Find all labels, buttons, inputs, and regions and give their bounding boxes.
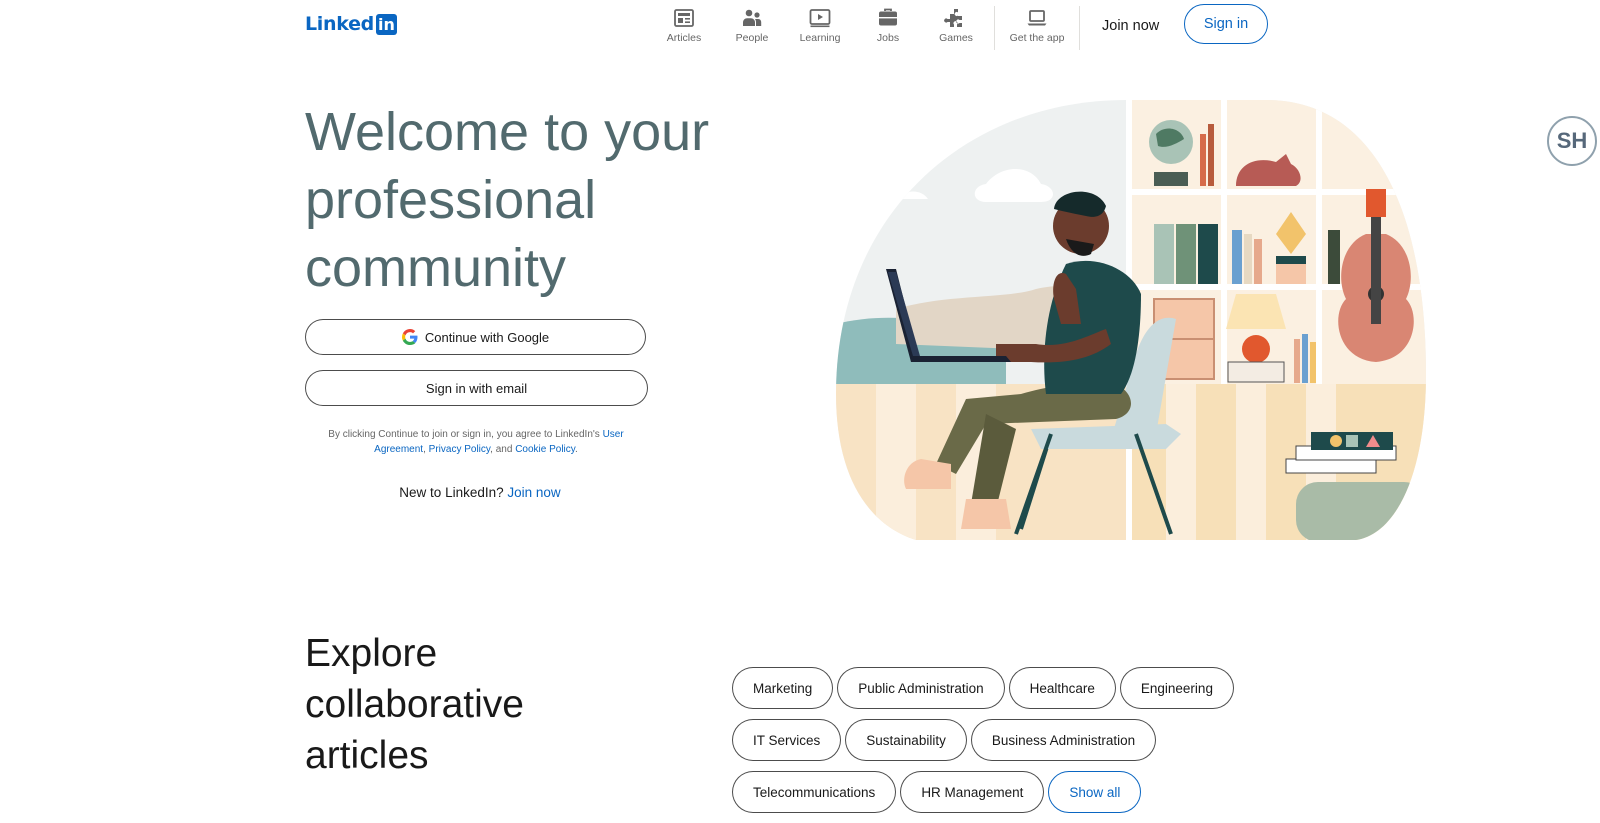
join-now-button[interactable]: Join now <box>1096 16 1165 36</box>
nav-jobs[interactable]: Jobs <box>854 6 922 44</box>
top-nav: Articles People Learning Jobs Games Get … <box>650 6 1084 50</box>
topic-pill-sustainability[interactable]: Sustainability <box>845 719 967 761</box>
topic-pill-business-administration[interactable]: Business Administration <box>970 719 1157 761</box>
legal-prefix: By clicking Continue to join or sign in,… <box>328 429 603 440</box>
continue-with-google-button[interactable]: Continue with Google <box>305 319 646 355</box>
pill-row: Marketing Public Administration Healthca… <box>732 667 1272 709</box>
nav-articles-label: Articles <box>666 32 702 44</box>
jobs-icon <box>879 8 897 26</box>
logo-text: Linked <box>305 13 374 35</box>
legal-sep2: , and <box>490 444 516 455</box>
logo-in-box: in <box>375 13 397 35</box>
nav-people-label: People <box>735 32 769 44</box>
nav-jobs-label: Jobs <box>876 32 900 44</box>
people-icon <box>743 9 762 26</box>
join-now-link[interactable]: Join now <box>507 485 560 500</box>
topic-pill-marketing[interactable]: Marketing <box>732 667 834 709</box>
linkedin-logo[interactable]: Linked in <box>305 13 397 35</box>
show-all-button[interactable]: Show all <box>1048 771 1142 813</box>
articles-icon <box>674 9 694 27</box>
hero-illustration <box>836 100 1426 540</box>
explore-title: Explore collaborative articles <box>305 632 524 777</box>
laptop-icon <box>1027 10 1047 26</box>
nav-articles[interactable]: Articles <box>650 6 718 44</box>
topic-pill-engineering[interactable]: Engineering <box>1119 667 1234 709</box>
nav-games[interactable]: Games <box>922 6 990 44</box>
topic-pills: Marketing Public Administration Healthca… <box>732 667 1272 823</box>
learning-icon <box>809 9 831 28</box>
new-to-linkedin-text: New to LinkedIn? <box>399 485 504 500</box>
nav-learning-label: Learning <box>799 32 841 44</box>
nav-get-the-app-label: Get the app <box>1009 32 1065 44</box>
nav-get-the-app[interactable]: Get the app <box>999 6 1075 44</box>
nav-divider <box>1079 6 1080 50</box>
legal-notice: By clicking Continue to join or sign in,… <box>318 427 634 457</box>
nav-divider <box>994 6 995 50</box>
privacy-policy-link[interactable]: Privacy Policy <box>429 444 491 455</box>
topic-pill-telecommunications[interactable]: Telecommunications <box>732 771 897 813</box>
cookie-policy-link[interactable]: Cookie Policy <box>515 444 575 455</box>
nav-learning[interactable]: Learning <box>786 6 854 44</box>
nav-games-label: Games <box>939 32 973 44</box>
new-to-linkedin: New to LinkedIn? Join now <box>305 485 655 500</box>
legal-suffix: . <box>575 444 578 455</box>
pill-row: Telecommunications HR Management Show al… <box>732 771 1272 813</box>
topic-pill-hr-management[interactable]: HR Management <box>900 771 1045 813</box>
pill-row: IT Services Sustainability Business Admi… <box>732 719 1272 761</box>
topic-pill-public-administration[interactable]: Public Administration <box>837 667 1005 709</box>
google-icon <box>401 329 418 345</box>
topic-pill-it-services[interactable]: IT Services <box>732 719 842 761</box>
nav-people[interactable]: People <box>718 6 786 44</box>
continue-with-google-label: Continue with Google <box>424 329 550 345</box>
profile-badge[interactable]: SH <box>1547 116 1597 166</box>
hero-title: Welcome to your professional community <box>305 102 710 298</box>
sign-in-with-email-button[interactable]: Sign in with email <box>305 370 648 406</box>
games-icon <box>944 9 962 27</box>
sign-in-with-email-label: Sign in with email <box>425 380 528 396</box>
sign-in-button[interactable]: Sign in <box>1184 4 1268 44</box>
topic-pill-healthcare[interactable]: Healthcare <box>1008 667 1116 709</box>
